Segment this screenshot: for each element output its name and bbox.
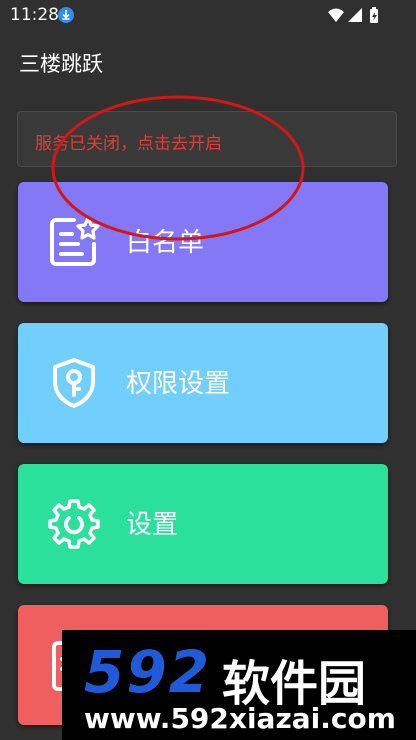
gear-icon bbox=[48, 499, 100, 549]
watermark-logo: 592 bbox=[84, 638, 212, 706]
signal-icon bbox=[348, 8, 362, 22]
permission-settings-label: 权限设置 bbox=[126, 369, 231, 399]
status-time: 11:28 bbox=[10, 5, 59, 25]
wifi-icon bbox=[328, 8, 344, 22]
service-status-text: 服务已关闭，点击去开启 bbox=[35, 134, 222, 154]
status-bar: 11:28 bbox=[0, 0, 416, 30]
whitelist-label: 白名单 bbox=[126, 228, 205, 258]
whitelist-icon bbox=[50, 216, 100, 266]
service-status-banner[interactable]: 服务已关闭，点击去开启 bbox=[17, 111, 397, 167]
system-status-icons bbox=[328, 7, 378, 23]
shield-key-icon bbox=[53, 358, 95, 408]
permission-settings-card[interactable]: 权限设置 bbox=[18, 323, 388, 443]
watermark: 592 软件园 www.592xiazai.com bbox=[62, 630, 416, 740]
settings-card[interactable]: 设置 bbox=[18, 464, 388, 584]
settings-label: 设置 bbox=[126, 510, 179, 540]
whitelist-card[interactable]: 白名单 bbox=[18, 182, 388, 302]
app-title: 三楼跳跃 bbox=[19, 52, 103, 76]
download-icon bbox=[58, 7, 74, 23]
battery-icon bbox=[370, 7, 378, 23]
watermark-url: www.592xiazai.com bbox=[84, 702, 396, 735]
